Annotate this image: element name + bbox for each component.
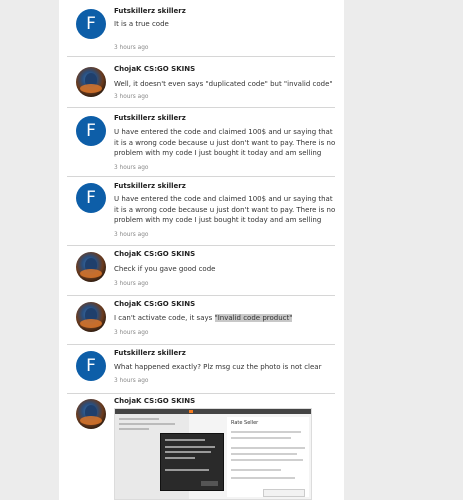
- avatar[interactable]: F: [76, 9, 106, 39]
- message-text: U have entered the code and claimed 100$…: [114, 195, 336, 224]
- message-text: It is a true code: [114, 20, 169, 28]
- message-text: Well, it doesn't even says "duplicated c…: [114, 80, 333, 88]
- screenshot-attachment[interactable]: Rate Seller: [114, 408, 312, 500]
- author-name[interactable]: Futskillerz skillerz: [114, 182, 186, 190]
- message-text: I can't activate code, it says "Invalid …: [114, 313, 336, 324]
- message-text-prefix: I can't activate code, it says: [114, 314, 215, 322]
- chat-message: ChojaK CS:GO SKINS Check if you gave goo…: [67, 246, 335, 296]
- timestamp: 3 hours ago: [114, 378, 149, 384]
- avatar[interactable]: [76, 252, 106, 282]
- author-name[interactable]: ChojaK CS:GO SKINS: [114, 300, 195, 308]
- chat-message: ChojaK CS:GO SKINS Rate Seller: [67, 394, 335, 500]
- avatar[interactable]: F: [76, 351, 106, 381]
- avatar[interactable]: F: [76, 183, 106, 213]
- author-name[interactable]: ChojaK CS:GO SKINS: [114, 65, 195, 73]
- message-text: U have entered the code and claimed 100$…: [114, 128, 336, 157]
- author-name[interactable]: Futskillerz skillerz: [114, 7, 186, 15]
- chat-message: ChojaK CS:GO SKINS Well, it doesn't even…: [67, 57, 335, 108]
- timestamp: 3 hours ago: [114, 330, 149, 336]
- author-name[interactable]: ChojaK CS:GO SKINS: [114, 250, 195, 258]
- highlighted-text: "Invalid code product": [214, 314, 293, 322]
- chat-message: F Futskillerz skillerz U have entered th…: [67, 177, 335, 246]
- chat-message: F Futskillerz skillerz It is a true code…: [67, 0, 335, 57]
- avatar[interactable]: [76, 302, 106, 332]
- timestamp: 3 hours ago: [114, 45, 149, 51]
- author-name[interactable]: ChojaK CS:GO SKINS: [114, 397, 195, 405]
- message-text: What happened exactly? Plz msg cuz the p…: [114, 363, 322, 371]
- avatar[interactable]: [76, 399, 106, 429]
- chat-message: ChojaK CS:GO SKINS I can't activate code…: [67, 296, 335, 345]
- attachment-dialog: [160, 433, 224, 491]
- chat-panel: F Futskillerz skillerz It is a true code…: [59, 0, 344, 500]
- avatar[interactable]: [76, 67, 106, 97]
- timestamp: 3 hours ago: [114, 232, 149, 238]
- attachment-panel-title: Rate Seller: [231, 420, 259, 426]
- chat-message: F Futskillerz skillerz What happened exa…: [67, 345, 335, 394]
- author-name[interactable]: Futskillerz skillerz: [114, 349, 186, 357]
- message-text: Check if you gave good code: [114, 265, 216, 273]
- timestamp: 3 hours ago: [114, 94, 149, 100]
- attachment-rate-panel: Rate Seller: [227, 417, 309, 497]
- avatar[interactable]: F: [76, 116, 106, 146]
- timestamp: 3 hours ago: [114, 165, 149, 171]
- timestamp: 3 hours ago: [114, 281, 149, 287]
- author-name[interactable]: Futskillerz skillerz: [114, 114, 186, 122]
- chat-message: F Futskillerz skillerz U have entered th…: [67, 108, 335, 177]
